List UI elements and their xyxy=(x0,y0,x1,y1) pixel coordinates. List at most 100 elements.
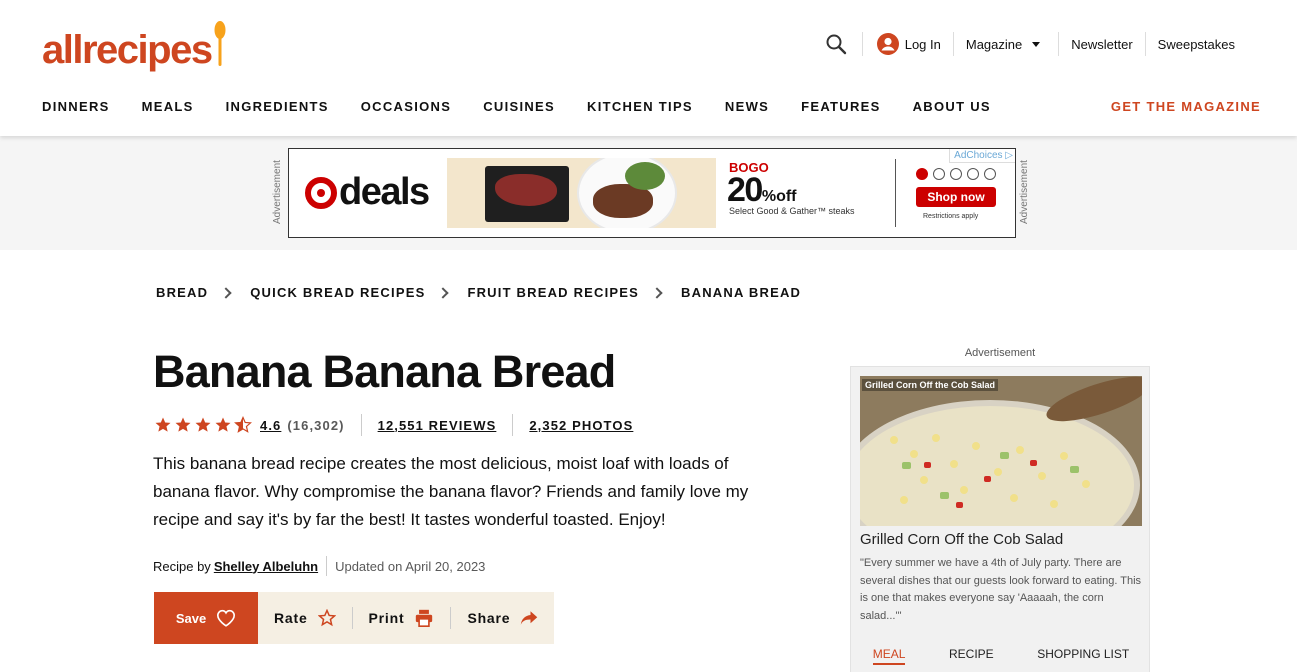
ad-label-right: Advertisement xyxy=(1019,160,1030,224)
share-arrow-icon xyxy=(521,611,538,625)
reviews-link[interactable]: 12,551 REVIEWS xyxy=(378,418,497,433)
spoon-icon xyxy=(214,21,226,66)
corn-kernel xyxy=(1050,500,1058,508)
carousel-dot[interactable] xyxy=(933,168,945,180)
main-nav: DINNERS MEALS INGREDIENTS OCCASIONS CUIS… xyxy=(42,99,1023,114)
side-ad-quote: "Every summer we have a 4th of July part… xyxy=(860,557,1142,622)
pepper-piece xyxy=(956,502,963,508)
corn-kernel xyxy=(1082,480,1090,488)
search-icon[interactable] xyxy=(824,32,848,56)
ad-off: off xyxy=(776,188,797,205)
corn-kernel xyxy=(972,442,980,450)
star-rating[interactable] xyxy=(154,416,252,434)
breadcrumb-fruit-bread[interactable]: FRUIT BREAD RECIPES xyxy=(467,285,639,300)
corn-kernel xyxy=(960,486,968,494)
star-full-icon xyxy=(215,417,231,432)
site-header: allrecipes Log In Magazine Newsletter Sw… xyxy=(0,0,1297,136)
breadcrumb-quick-bread[interactable]: QUICK BREAD RECIPES xyxy=(250,285,425,300)
corn-kernel xyxy=(932,434,940,442)
author-link[interactable]: Shelley Albeluhn xyxy=(214,559,318,574)
pepper-piece xyxy=(984,476,991,482)
tab-recipe[interactable]: RECIPE xyxy=(949,647,994,665)
ad-label-left: Advertisement xyxy=(272,160,283,224)
login-link[interactable]: Log In xyxy=(863,33,953,55)
corn-kernel xyxy=(1038,472,1046,480)
nav-item-ingredients[interactable]: INGREDIENTS xyxy=(226,99,329,114)
target-bullseye-icon xyxy=(305,177,337,209)
image-title-tag: Grilled Corn Off the Cob Salad xyxy=(862,379,999,391)
rating-value[interactable]: 4.6 xyxy=(260,418,281,433)
rate-label: Rate xyxy=(274,610,308,626)
carousel-dot[interactable] xyxy=(950,168,962,180)
allrecipes-logo[interactable]: allrecipes xyxy=(42,18,226,70)
ad-divider xyxy=(895,159,896,227)
side-ad-title[interactable]: Grilled Corn Off the Cob Salad xyxy=(860,531,1063,548)
star-full-icon xyxy=(195,417,211,432)
nav-item-kitchen-tips[interactable]: KITCHEN TIPS xyxy=(587,99,693,114)
account-icon xyxy=(876,33,899,55)
pepper-piece xyxy=(924,462,931,468)
share-label: Share xyxy=(467,610,511,626)
newsletter-link[interactable]: Newsletter xyxy=(1059,37,1144,52)
breadcrumb-banana-bread[interactable]: BANANA BREAD xyxy=(681,285,801,300)
rating-count: (16,302) xyxy=(287,417,345,433)
tab-meal[interactable]: MEAL xyxy=(872,647,906,665)
printer-icon xyxy=(416,609,433,627)
adchoices-link[interactable]: AdChoices ▷ xyxy=(949,149,1015,163)
star-outline-icon xyxy=(317,609,336,627)
nav-item-about-us[interactable]: ABOUT US xyxy=(913,99,991,114)
star-full-icon xyxy=(155,417,171,432)
ad-carousel-dots xyxy=(916,168,996,180)
ad-percent-num: 20 xyxy=(727,171,763,209)
photos-link[interactable]: 2,352 PHOTOS xyxy=(529,418,633,433)
ad-select-text: Select Good & Gather™ steaks xyxy=(729,206,855,216)
corn-kernel xyxy=(900,496,908,504)
corn-kernel xyxy=(1016,446,1024,454)
rate-button[interactable]: Rate xyxy=(258,592,352,644)
chevron-right-icon xyxy=(220,286,232,299)
save-button[interactable]: Save xyxy=(154,592,258,644)
heart-icon xyxy=(217,609,236,627)
breadcrumb-bread[interactable]: BREAD xyxy=(156,285,208,300)
login-label: Log In xyxy=(904,36,941,52)
carousel-dot[interactable] xyxy=(984,168,996,180)
nav-item-features[interactable]: FEATURES xyxy=(801,99,881,114)
celery-piece xyxy=(902,462,911,469)
magazine-dropdown[interactable]: Magazine xyxy=(954,37,1058,52)
side-ad-card[interactable]: Grilled Corn Off the Cob Salad Grilled C… xyxy=(850,366,1150,672)
updated-date: Updated on April 20, 2023 xyxy=(335,558,486,574)
divider xyxy=(326,556,328,576)
target-ad[interactable]: deals BOGO 20%off Select Good & Gather™ … xyxy=(288,148,1016,238)
carousel-dot[interactable] xyxy=(967,168,979,180)
print-button[interactable]: Print xyxy=(353,592,451,644)
get-magazine-link[interactable]: GET THE MAGAZINE xyxy=(1111,99,1261,114)
restrictions-text: Restrictions apply xyxy=(923,213,979,220)
corn-kernel xyxy=(994,468,1002,476)
nav-item-news[interactable]: NEWS xyxy=(725,99,769,114)
ad-steak-image xyxy=(447,158,716,228)
ad-percent-sign: % xyxy=(761,188,777,205)
utility-nav: Log In Magazine Newsletter Sweepstakes xyxy=(824,30,1247,58)
carousel-dot[interactable] xyxy=(916,168,928,180)
magazine-label: Magazine xyxy=(965,36,1023,52)
corn-kernel xyxy=(920,476,928,484)
nav-item-occasions[interactable]: OCCASIONS xyxy=(361,99,451,114)
print-label: Print xyxy=(368,610,405,626)
byline: Recipe by Shelley Albeluhn Updated on Ap… xyxy=(153,556,485,576)
nav-item-cuisines[interactable]: CUISINES xyxy=(483,99,555,114)
share-button[interactable]: Share xyxy=(451,592,554,644)
star-full-icon xyxy=(175,417,191,432)
nav-item-meals[interactable]: MEALS xyxy=(142,99,194,114)
corn-kernel xyxy=(1060,452,1068,460)
chevron-right-icon xyxy=(651,286,663,299)
nav-item-dinners[interactable]: DINNERS xyxy=(42,99,110,114)
byline-prefix: Recipe by xyxy=(153,558,211,574)
salad-greens xyxy=(625,162,665,190)
shop-now-button[interactable]: Shop now xyxy=(916,187,996,207)
recipe-description: This banana bread recipe creates the mos… xyxy=(153,454,749,529)
tab-shopping-list[interactable]: SHOPPING LIST xyxy=(1037,647,1129,665)
ad-percent: 20%off xyxy=(727,171,797,210)
corn-kernel xyxy=(890,436,898,444)
sweepstakes-link[interactable]: Sweepstakes xyxy=(1146,37,1247,52)
breadcrumb: BREAD QUICK BREAD RECIPES FRUIT BREAD RE… xyxy=(156,285,801,300)
